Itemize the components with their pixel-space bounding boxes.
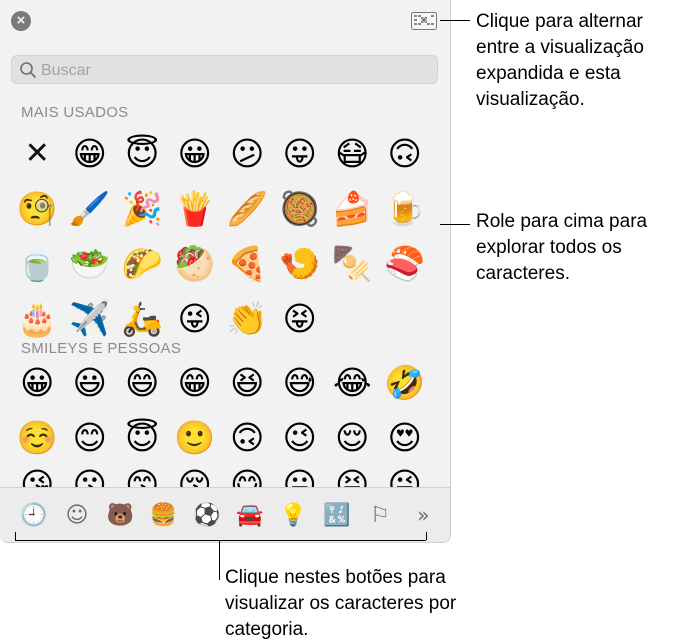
tab-smileys[interactable]: ☺ xyxy=(55,495,98,535)
emoji-cell[interactable]: 🛵 xyxy=(116,291,169,346)
emoji-cell[interactable]: 🥙 xyxy=(169,236,222,291)
svg-text:⌘: ⌘ xyxy=(420,16,428,25)
emoji-cell[interactable]: 😝 xyxy=(326,465,379,487)
emoji-cell[interactable]: 🖌️ xyxy=(64,181,117,236)
callout-line-categories xyxy=(219,540,220,580)
emoji-cell[interactable]: 🎂 xyxy=(11,291,64,346)
emoji-cell[interactable]: 🥘 xyxy=(274,181,327,236)
emoji-grid-frequently-used: ✕ 😁 😇 😀 😕 😛 😷 🙃 🧐 🖌️ 🎉 🍟 🥖 🥘 🍰 🍺 🍵 🥗 🌮 🥙 🍕 🍤 🍢 🍣 🎂 ✈️ 🛵 😜 👏 😝 xyxy=(11,126,435,346)
callout-bracket-bottom xyxy=(15,540,426,541)
emoji-cell[interactable]: 😇 xyxy=(116,126,169,181)
car-icon: 🚘 xyxy=(236,502,264,528)
flag-icon: ⚐ xyxy=(370,502,390,528)
emoji-cell[interactable]: 😂 xyxy=(326,355,379,410)
emoji-cell[interactable]: 🎉 xyxy=(116,181,169,236)
tab-food[interactable]: 🍔 xyxy=(142,495,185,535)
emoji-cell[interactable]: ☺️ xyxy=(11,410,64,465)
emoji-cell[interactable]: 😘 xyxy=(11,465,64,487)
emoji-cell[interactable]: 😌 xyxy=(326,410,379,465)
tab-objects[interactable]: 💡 xyxy=(272,495,315,535)
expanded-view-icon[interactable]: ⌘ xyxy=(411,12,437,30)
emoji-cell[interactable]: 🤣 xyxy=(379,355,432,410)
tab-animals[interactable]: 🐻 xyxy=(99,495,142,535)
emoji-cell[interactable]: 😷 xyxy=(326,126,379,181)
tab-more[interactable]: » xyxy=(402,495,445,535)
category-tab-bar: 🕘 ☺ 🐻 🍔 ⚽ 🚘 💡 🔣 ⚐ » xyxy=(0,487,450,542)
emoji-cell[interactable]: 🥖 xyxy=(221,181,274,236)
emoji-grid-partial-row: 😘 😗 😙 😚 😋 😛 😝 😜 xyxy=(11,465,435,487)
search-input[interactable] xyxy=(39,59,423,83)
emoji-grid-smileys-people: 😀 😃 😄 😁 😆 😅 😂 🤣 ☺️ 😊 😇 🙂 🙃 😉 😌 😍 xyxy=(11,355,435,465)
tab-recent[interactable]: 🕘 xyxy=(12,495,55,535)
close-icon[interactable]: × xyxy=(11,11,31,31)
emoji-cell[interactable]: 👏 xyxy=(221,291,274,346)
emoji-cell[interactable]: ✕ xyxy=(11,126,64,181)
emoji-cell[interactable]: 😀 xyxy=(11,355,64,410)
emoji-cell[interactable]: 😚 xyxy=(169,465,222,487)
search-field[interactable] xyxy=(11,55,438,84)
emoji-cell[interactable]: 😜 xyxy=(379,465,432,487)
emoji-cell[interactable]: 😄 xyxy=(116,355,169,410)
emoji-cell[interactable]: 😛 xyxy=(274,126,327,181)
emoji-cell[interactable]: 🍺 xyxy=(379,181,432,236)
emoji-cell[interactable]: 😇 xyxy=(116,410,169,465)
callout-line-toggle xyxy=(440,20,470,21)
emoji-cell[interactable]: 🧐 xyxy=(11,181,64,236)
emoji-cell[interactable]: 🍟 xyxy=(169,181,222,236)
emoji-cell[interactable]: 😁 xyxy=(169,355,222,410)
emoji-cell[interactable]: 😃 xyxy=(64,355,117,410)
callout-toggle-text: Clique para alternar entre a visualizaçã… xyxy=(476,11,644,110)
emoji-cell[interactable]: 🙂 xyxy=(169,410,222,465)
emoji-cell[interactable]: 😍 xyxy=(379,410,432,465)
tab-flags[interactable]: ⚐ xyxy=(358,495,401,535)
emoji-cell[interactable]: 🍢 xyxy=(326,236,379,291)
tab-activities[interactable]: ⚽ xyxy=(185,495,228,535)
emoji-cell[interactable]: 😛 xyxy=(274,465,327,487)
emoji-cell[interactable]: 🙃 xyxy=(221,410,274,465)
emoji-cell[interactable]: 🍤 xyxy=(274,236,327,291)
emoji-cell[interactable]: 🥗 xyxy=(64,236,117,291)
emoji-cell[interactable]: 😀 xyxy=(169,126,222,181)
callout-bracket-left xyxy=(15,532,16,540)
clock-icon: 🕘 xyxy=(19,502,48,528)
emoji-cell[interactable]: 🍵 xyxy=(11,236,64,291)
emoji-cell[interactable]: 🍕 xyxy=(221,236,274,291)
emoji-cell[interactable]: 😕 xyxy=(221,126,274,181)
tab-travel[interactable]: 🚘 xyxy=(228,495,271,535)
callout-categories-text: Clique nestes botões para visualizar os … xyxy=(225,567,457,640)
emoji-cell[interactable]: 😋 xyxy=(221,465,274,487)
emoji-cell[interactable]: 🍰 xyxy=(326,181,379,236)
emoji-cell[interactable]: 🍣 xyxy=(379,236,432,291)
emoji-cell[interactable]: ✈️ xyxy=(64,291,117,346)
callout-line-scroll xyxy=(440,224,470,225)
emoji-cell[interactable]: 🙃 xyxy=(379,126,432,181)
emoji-cell[interactable]: 😁 xyxy=(64,126,117,181)
symbols-icon: 🔣 xyxy=(323,502,351,528)
soccer-ball-icon: ⚽ xyxy=(193,502,221,528)
callout-scroll-text: Role para cima para explorar todos os ca… xyxy=(476,211,648,284)
emoji-cell[interactable]: 🌮 xyxy=(116,236,169,291)
smiley-icon: ☺ xyxy=(65,502,89,528)
section-title-frequently-used: MAIS USADOS xyxy=(21,104,129,121)
lightbulb-icon: 💡 xyxy=(279,502,308,528)
emoji-cell[interactable]: 😗 xyxy=(64,465,117,487)
emoji-picker-panel: × ⌘ MAIS USADOS ✕😁😇😀😕😛😷🙃🧐🖌️🎉🍟🥖🥘🍰🍺🍵🥗🌮🥙🍕🍤🍢… xyxy=(0,0,451,543)
emoji-cell[interactable]: 😙 xyxy=(116,465,169,487)
tab-symbols[interactable]: 🔣 xyxy=(315,495,358,535)
bear-icon: 🐻 xyxy=(106,502,134,528)
search-icon xyxy=(20,62,36,78)
callout-bracket-right xyxy=(426,532,427,540)
chevron-double-right-icon: » xyxy=(417,503,430,527)
food-icon: 🍔 xyxy=(149,502,178,528)
emoji-cell[interactable]: 😊 xyxy=(64,410,117,465)
emoji-cell[interactable]: 😅 xyxy=(274,355,327,410)
emoji-cell[interactable]: 😆 xyxy=(221,355,274,410)
emoji-cell[interactable]: 😝 xyxy=(274,291,327,346)
emoji-cell[interactable]: 😉 xyxy=(274,410,327,465)
emoji-cell[interactable]: 😜 xyxy=(169,291,222,346)
